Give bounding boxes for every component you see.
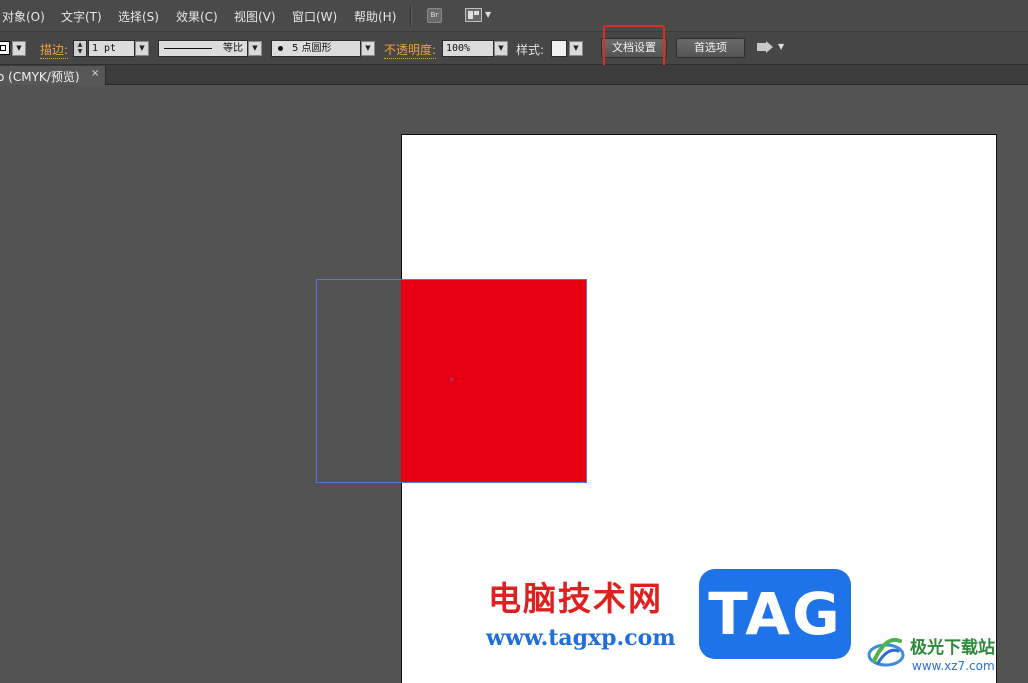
menu-view[interactable]: 视图(V)	[234, 8, 276, 25]
preferences-button[interactable]: 首选项	[676, 38, 745, 58]
opacity-label[interactable]: 不透明度:	[384, 41, 437, 59]
red-rectangle[interactable]	[401, 279, 587, 483]
graphic-style-swatch[interactable]	[551, 40, 567, 57]
menu-divider	[410, 6, 412, 26]
chevron-down-icon: ▼	[485, 10, 492, 19]
layout-grid-icon	[465, 8, 482, 22]
menu-effect[interactable]: 效果(C)	[176, 8, 218, 25]
brush-dropdown[interactable]: ▼	[361, 41, 375, 56]
arrange-documents-button[interactable]: ▼	[465, 8, 495, 24]
stroke-color-swatch[interactable]	[0, 41, 10, 55]
chevron-down-icon[interactable]: ▼	[778, 42, 784, 51]
style-label: 样式:	[516, 43, 545, 57]
center-point-marker: ×	[449, 376, 455, 383]
menu-object[interactable]: 对象(O)	[2, 8, 45, 25]
watermark-site-name: 电脑技术网	[488, 579, 663, 618]
document-tab-title: o (CMYK/预览)	[0, 70, 80, 84]
watermark-site2-name: 极光下载站	[910, 638, 995, 658]
close-icon[interactable]: ×	[91, 68, 99, 79]
watermark-site2-url: www.xz7.com	[912, 659, 995, 673]
opacity-input[interactable]: 100%	[442, 40, 494, 57]
brush-definition-select[interactable]: 5 点圆形	[271, 40, 361, 57]
document-tab[interactable]: o (CMYK/预览) ×	[0, 66, 106, 85]
document-tab-bar: o (CMYK/预览) ×	[0, 65, 1028, 85]
control-bar: ▼ 描边: ▲ ▼ 1 pt ▼ 等比 ▼ 5 点圆形 ▼ 不透明度: 100% …	[0, 32, 1028, 65]
menu-select[interactable]: 选择(S)	[118, 8, 159, 25]
opacity-dropdown[interactable]: ▼	[494, 41, 508, 56]
menu-type[interactable]: 文字(T)	[61, 8, 102, 25]
stroke-profile-label: 等比	[223, 43, 243, 54]
stroke-profile-select[interactable]: 等比	[158, 40, 248, 57]
menu-window[interactable]: 窗口(W)	[292, 8, 337, 25]
stroke-profile-dropdown[interactable]: ▼	[248, 41, 262, 56]
stroke-line-preview	[164, 48, 212, 49]
bridge-icon[interactable]: Br	[427, 8, 442, 23]
brush-label: 5 点圆形	[292, 43, 332, 54]
stroke-weight-stepper[interactable]: ▲ ▼	[73, 40, 87, 57]
document-setup-button[interactable]: 文档设置	[601, 38, 667, 58]
menu-bar: 对象(O) 文字(T) 选择(S) 效果(C) 视图(V) 窗口(W) 帮助(H…	[0, 0, 1028, 32]
stroke-weight-dropdown[interactable]: ▼	[135, 41, 149, 56]
watermark-site-url: www.tagxp.com	[486, 625, 676, 651]
control-panel-menu-icon[interactable]	[757, 41, 773, 53]
aurora-logo-icon	[867, 638, 905, 667]
stroke-color-dropdown[interactable]: ▼	[12, 41, 26, 56]
stroke-label[interactable]: 描边:	[40, 41, 69, 59]
stroke-weight-input[interactable]: 1 pt	[88, 40, 135, 57]
brush-dot-icon	[278, 46, 283, 51]
menu-help[interactable]: 帮助(H)	[354, 8, 396, 25]
watermark-tag-logo: TAG	[699, 569, 851, 659]
graphic-style-dropdown[interactable]: ▼	[569, 41, 583, 56]
